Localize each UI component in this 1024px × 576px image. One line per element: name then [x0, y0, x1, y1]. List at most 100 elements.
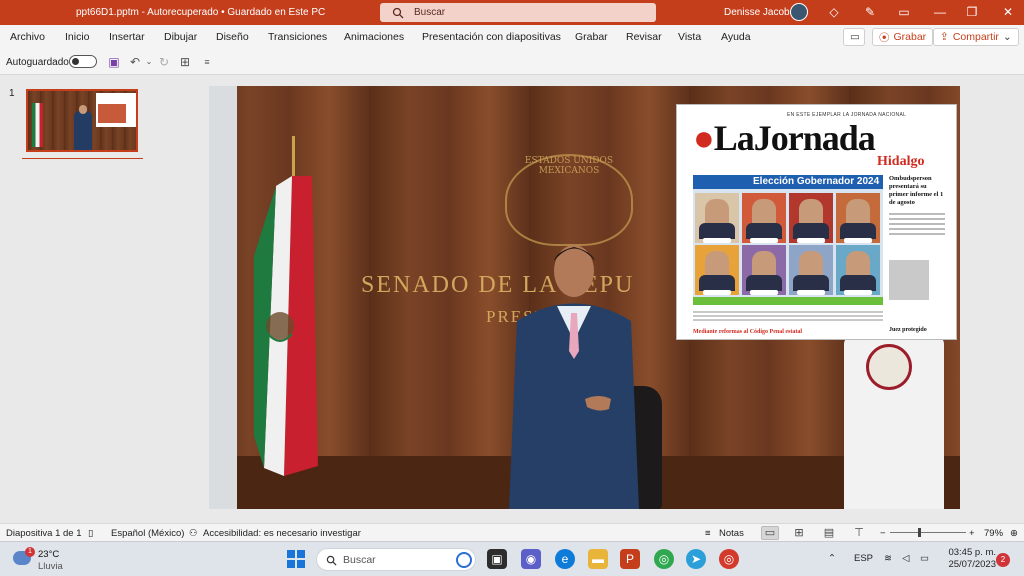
- file-explorer-icon[interactable]: ▬: [588, 549, 608, 569]
- bottom-headline: Mediante reformas al Código Penal estata…: [693, 329, 803, 335]
- accessibility-icon: ⚇: [189, 528, 198, 539]
- record-button[interactable]: ⦿ Grabar: [872, 28, 934, 46]
- battery-icon[interactable]: ▭: [920, 553, 929, 564]
- customize-toolbar-icon[interactable]: ≡: [200, 55, 214, 69]
- slideshow-icon[interactable]: ⊤: [850, 526, 868, 540]
- candidate-photo: [836, 245, 880, 295]
- quick-access-toolbar: Autoguardado ▣ ↶ ⌄ ↻ ⊞ ≡: [0, 49, 1024, 75]
- tab-dibujar[interactable]: Dibujar: [164, 31, 197, 43]
- zoom-slider[interactable]: [890, 532, 966, 533]
- slide-canvas[interactable]: ESTADOS UNIDOS MEXICANOS SENADO DE LA RE…: [209, 86, 960, 509]
- fit-slide-icon[interactable]: ⊕: [1010, 528, 1018, 539]
- newspaper-image[interactable]: EN ESTE EJEMPLAR LA JORNADA NACIONAL ●La…: [676, 104, 957, 340]
- tab-inicio[interactable]: Inicio: [65, 31, 90, 43]
- window-title: ppt66D1.pptm - Autorecuperado • Guardado…: [76, 7, 326, 18]
- accessibility-status[interactable]: Accesibilidad: es necesario investigar: [203, 528, 361, 539]
- tab-archivo[interactable]: Archivo: [10, 31, 45, 43]
- candidate-photo: [836, 193, 880, 243]
- save-icon[interactable]: ▣: [107, 55, 121, 69]
- user-name[interactable]: Denisse Jacobo: [724, 7, 795, 18]
- tab-transiciones[interactable]: Transiciones: [268, 31, 327, 43]
- tab-presentacion[interactable]: Presentación con diapositivas: [422, 31, 561, 43]
- banner-heading: Elección Gobernador 2024: [693, 175, 883, 189]
- edge-icon[interactable]: e: [555, 549, 575, 569]
- chrome-profile-icon[interactable]: ◎: [719, 549, 739, 569]
- share-button[interactable]: ⇪ Compartir ⌄: [933, 28, 1019, 46]
- slide-info: Diapositiva 1 de 1: [6, 528, 82, 539]
- bing-icon[interactable]: [456, 552, 472, 568]
- chrome-icon[interactable]: ◎: [654, 549, 674, 569]
- avatar[interactable]: [790, 3, 808, 21]
- autosave-label: Autoguardado: [6, 57, 69, 68]
- weather-temp: 23°C: [38, 549, 60, 560]
- chevron-down-icon: ⌄: [1002, 31, 1012, 43]
- powerpoint-icon[interactable]: P: [620, 549, 640, 569]
- ribbon-tabs: Archivo Inicio Insertar Dibujar Diseño T…: [0, 25, 1024, 49]
- record-label: Grabar: [893, 31, 927, 43]
- autosave-toggle[interactable]: [69, 55, 97, 68]
- side-photo: [889, 260, 929, 300]
- telegram-icon[interactable]: ➤: [686, 549, 706, 569]
- undo-dropdown-icon[interactable]: ⌄: [142, 55, 156, 69]
- search-placeholder: Buscar: [414, 7, 446, 18]
- zoom-level[interactable]: 79%: [984, 528, 1003, 539]
- reading-view-icon[interactable]: ▤: [820, 526, 838, 540]
- senate-emblem: [866, 344, 912, 390]
- clock-date: 25/07/2023: [948, 559, 996, 570]
- weather-badge: 1: [25, 547, 35, 557]
- taskbar-search[interactable]: Buscar: [316, 548, 476, 571]
- tab-grabar[interactable]: Grabar: [575, 31, 608, 43]
- seal-text: ESTADOS UNIDOS MEXICANOS: [524, 156, 614, 176]
- redo-icon[interactable]: ↻: [157, 55, 171, 69]
- diamond-icon[interactable]: ◇: [826, 4, 842, 20]
- tab-vista[interactable]: Vista: [678, 31, 701, 43]
- wall-edge: [209, 86, 237, 509]
- normal-view-icon[interactable]: ▭: [761, 526, 779, 540]
- candidate-photo: [789, 193, 833, 243]
- zoom-in-icon[interactable]: +: [969, 528, 975, 539]
- windows-start-icon[interactable]: [287, 550, 305, 568]
- search-box[interactable]: Buscar: [380, 3, 656, 22]
- taskbar-search-placeholder: Buscar: [343, 554, 376, 566]
- man-in-suit: [509, 245, 639, 509]
- language-indicator[interactable]: Español (México): [111, 528, 184, 539]
- volume-icon[interactable]: ◁: [902, 553, 909, 564]
- newspaper-title: ●LaJornada: [693, 117, 876, 159]
- tab-ayuda[interactable]: Ayuda: [721, 31, 751, 43]
- title-bar: ppt66D1.pptm - Autorecuperado • Guardado…: [0, 0, 1024, 25]
- senate-flag: [844, 336, 944, 509]
- teams-icon[interactable]: ◉: [521, 549, 541, 569]
- wifi-icon[interactable]: ≋: [884, 553, 892, 564]
- thumbnail-divider: [22, 158, 143, 159]
- tab-insertar[interactable]: Insertar: [109, 31, 145, 43]
- comments-button[interactable]: ▭: [843, 28, 865, 46]
- ribbon-display-icon[interactable]: ▭: [896, 4, 912, 20]
- comment-icon: ▭: [850, 31, 860, 43]
- spellcheck-icon[interactable]: ▯: [88, 528, 93, 539]
- slide-sorter-icon[interactable]: ⊞: [790, 526, 808, 540]
- weather-widget[interactable]: 1 23°C Lluvia: [13, 547, 73, 573]
- side-headline: Ombudsperson presentará su primer inform…: [889, 175, 945, 238]
- tray-overflow-icon[interactable]: ⌃: [828, 553, 836, 564]
- close-icon[interactable]: ✕: [1000, 4, 1016, 20]
- language-indicator[interactable]: ESP: [854, 553, 873, 564]
- notes-button[interactable]: Notas: [719, 528, 744, 539]
- notification-badge[interactable]: 2: [996, 553, 1010, 567]
- tab-diseno[interactable]: Diseño: [216, 31, 249, 43]
- restore-icon[interactable]: ❐: [964, 4, 980, 20]
- clock-time: 03:45 p. m.: [948, 547, 996, 558]
- task-view-icon[interactable]: ▣: [487, 549, 507, 569]
- presenter-icon[interactable]: ⊞: [178, 55, 192, 69]
- newspaper-logo-dot: ●: [693, 118, 715, 158]
- tab-animaciones[interactable]: Animaciones: [344, 31, 404, 43]
- slide-thumbnail[interactable]: [26, 89, 138, 152]
- undo-icon[interactable]: ↶: [128, 55, 142, 69]
- candidate-photo: [742, 245, 786, 295]
- minimize-icon[interactable]: —: [932, 4, 948, 20]
- tab-revisar[interactable]: Revisar: [626, 31, 662, 43]
- zoom-out-icon[interactable]: −: [880, 528, 886, 539]
- election-banner: Elección Gobernador 2024: [693, 175, 883, 305]
- clock[interactable]: 03:45 p. m. 25/07/2023: [946, 547, 996, 571]
- pen-icon[interactable]: ✎: [862, 4, 878, 20]
- zoom-slider-thumb[interactable]: [918, 528, 921, 537]
